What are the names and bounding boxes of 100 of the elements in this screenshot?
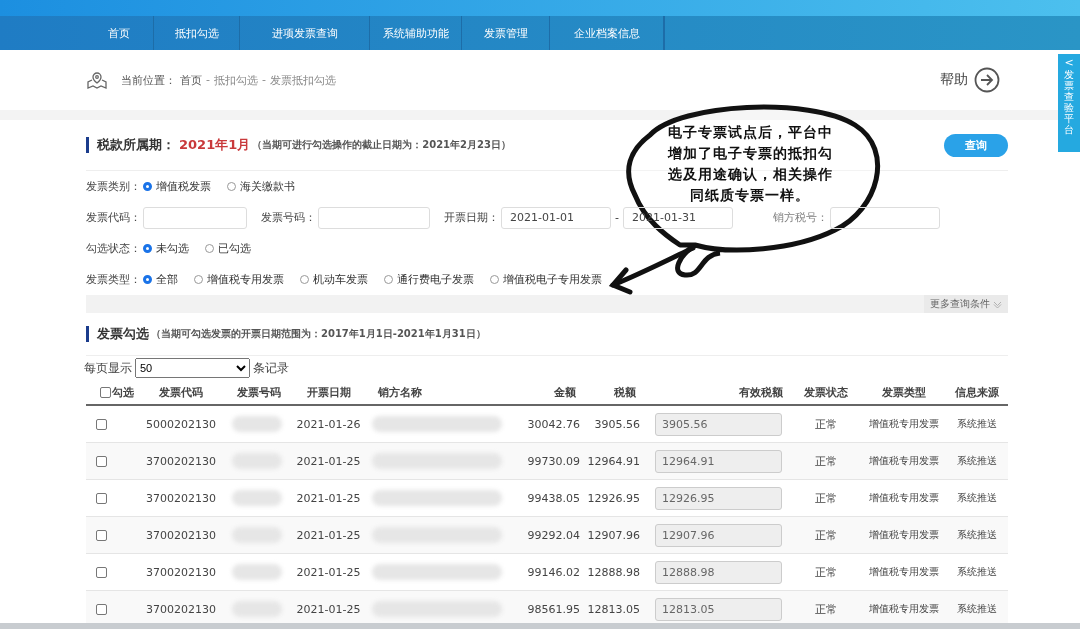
column-header[interactable]: 金额 <box>521 384 586 400</box>
table-cell-text: 99730.09 <box>526 454 581 468</box>
annotation-text: 电子专票试点后，平台中 增加了电子专票的抵扣勾 选及用途确认，相关操作 同纸质专票一样。 <box>666 123 834 205</box>
breadcrumb-link[interactable]: 抵扣勾选 <box>214 72 258 88</box>
nav-item[interactable]: 系统辅助功能 <box>370 16 462 50</box>
period-label: 税款所属期： <box>97 136 175 154</box>
table-cell-text: 3700202130 <box>145 528 217 542</box>
column-header[interactable]: 发票号码 <box>226 384 291 400</box>
row-checkbox[interactable] <box>96 492 107 504</box>
table-cell-text: 增值税专用发票 <box>867 454 940 468</box>
table-cell-text: 2021-01-25 <box>295 565 362 579</box>
table-cell-text: 增值税专用发票 <box>867 528 940 542</box>
input-field[interactable] <box>143 206 247 229</box>
table-cell-text: 增值税专用发票 <box>867 417 940 431</box>
table-cell-text: 99438.05 <box>526 491 581 505</box>
tax-input-field[interactable]: 3905.56 <box>655 412 782 436</box>
radio-option[interactable]: 机动车发票 <box>300 272 368 287</box>
chevron-down-icon <box>993 300 1002 308</box>
radio-option[interactable]: 已勾选 <box>205 241 251 256</box>
nav-item[interactable]: 首页 <box>84 16 154 50</box>
radio-button[interactable] <box>205 244 214 253</box>
table-cell-text: 系统推送 <box>956 565 998 579</box>
radio-button[interactable] <box>143 244 152 253</box>
table-cell-text: 98561.95 <box>526 602 581 616</box>
table-cell-text: 系统推送 <box>956 528 998 542</box>
table-cell-text: 2021-01-25 <box>295 454 362 468</box>
page-size-select[interactable]: 50 <box>135 358 250 378</box>
table-cell-text: 系统推送 <box>956 491 998 505</box>
page-size-suffix: 条记录 <box>253 359 289 377</box>
column-header[interactable]: 有效税额 <box>646 384 791 400</box>
table-cell-text: 99292.04 <box>526 528 581 542</box>
radio-button[interactable] <box>194 275 203 284</box>
column-header[interactable]: 信息来源 <box>946 384 1008 400</box>
row-checkbox[interactable] <box>96 566 107 578</box>
tax-input-field[interactable]: 12888.98 <box>655 560 782 584</box>
nav-item[interactable]: 企业档案信息 <box>550 16 664 50</box>
date-separator: - <box>615 211 619 224</box>
tax-input-field[interactable]: 12964.91 <box>655 449 782 473</box>
column-header[interactable]: 发票类型 <box>861 384 946 400</box>
table-cell-text: 系统推送 <box>956 454 998 468</box>
table-cell-text: 12813.05 <box>586 602 641 616</box>
table-cell-text: 增值税专用发票 <box>867 602 940 616</box>
redaction-blur <box>232 490 282 506</box>
table-cell-text: 2021-01-25 <box>295 602 362 616</box>
date-field[interactable]: 2021-01-01 <box>501 206 611 229</box>
table-cell-text: 增值税专用发票 <box>867 491 940 505</box>
table-cell-text: 系统推送 <box>956 417 998 431</box>
table-cell-text: 12964.91 <box>586 454 641 468</box>
column-header[interactable]: 开票日期 <box>291 384 366 400</box>
table-cell-text: 正常 <box>814 564 838 580</box>
breadcrumb-link[interactable]: 首页 <box>180 72 202 88</box>
period-note: （当期可进行勾选操作的截止日期为：2021年2月23日） <box>252 138 511 152</box>
table-cell-text: 正常 <box>814 416 838 432</box>
redaction-blur <box>232 564 282 580</box>
row-checkbox[interactable] <box>96 529 107 541</box>
table-cell-text: 正常 <box>814 601 838 617</box>
table-cell-text: 3700202130 <box>145 491 217 505</box>
radio-option[interactable]: 增值税发票 <box>143 179 211 194</box>
page-size-label: 每页显示 <box>84 359 132 377</box>
table-cell-text: 2021-01-25 <box>295 491 362 505</box>
section-title: 发票勾选 <box>97 325 149 343</box>
radio-button[interactable] <box>490 275 499 284</box>
radio-button[interactable] <box>384 275 393 284</box>
select-all-checkbox[interactable] <box>100 386 111 398</box>
radio-option[interactable]: 海关缴款书 <box>227 179 295 194</box>
table-cell-text: 5000202130 <box>145 417 217 431</box>
arrow-circle-icon[interactable] <box>974 67 1000 93</box>
option-label: 未勾选 <box>156 241 189 256</box>
radio-button[interactable] <box>227 182 236 191</box>
option-label: 已勾选 <box>218 241 251 256</box>
row-checkbox[interactable] <box>96 603 107 615</box>
nav-item[interactable]: 进项发票查询 <box>240 16 370 50</box>
column-header[interactable]: 税额 <box>586 384 646 400</box>
table-cell-text: 12907.96 <box>586 528 641 542</box>
table-cell-text: 2021-01-26 <box>295 417 362 431</box>
table-cell-text: 12926.95 <box>586 491 641 505</box>
nav-item[interactable]: 发票管理 <box>462 16 550 50</box>
option-label: 全部 <box>156 272 178 287</box>
column-header[interactable]: 发票状态 <box>791 384 861 400</box>
row-checkbox[interactable] <box>96 455 107 467</box>
breadcrumb-label: 当前位置： <box>121 72 176 88</box>
nav-item[interactable]: 抵扣勾选 <box>154 16 240 50</box>
column-header[interactable]: 销方名称 <box>366 384 521 400</box>
side-tab-arrow: < <box>1064 56 1074 69</box>
radio-button[interactable] <box>143 182 152 191</box>
column-header[interactable]: 发票代码 <box>136 384 226 400</box>
radio-button[interactable] <box>300 275 309 284</box>
tax-input-field[interactable]: 12907.96 <box>655 523 782 547</box>
radio-option[interactable]: 全部 <box>143 272 178 287</box>
row-checkbox[interactable] <box>96 418 107 430</box>
breadcrumb-link[interactable]: 发票抵扣勾选 <box>269 72 336 88</box>
help-link[interactable]: 帮助 <box>940 71 968 89</box>
tax-input-field[interactable]: 12813.05 <box>655 597 782 621</box>
radio-button[interactable] <box>143 275 152 284</box>
redaction-blur <box>232 416 282 432</box>
input-field[interactable] <box>830 206 940 229</box>
input-field[interactable] <box>318 206 430 229</box>
tax-input-field[interactable]: 12926.95 <box>655 486 782 510</box>
more-filters-button[interactable]: 更多查询条件 <box>924 295 1008 313</box>
radio-option[interactable]: 未勾选 <box>143 241 189 256</box>
